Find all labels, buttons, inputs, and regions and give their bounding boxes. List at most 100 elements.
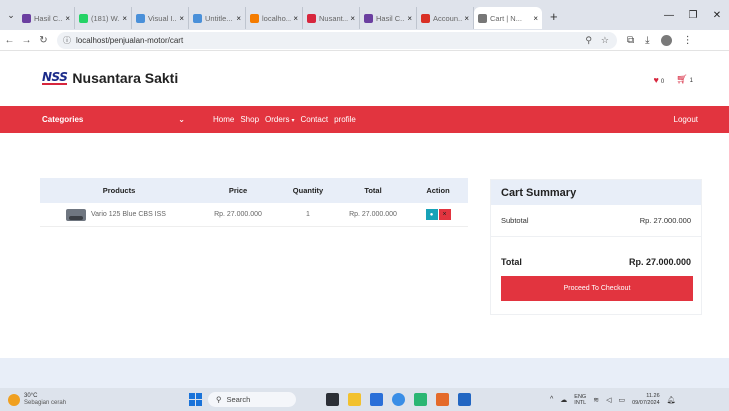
battery-icon[interactable]: ▭ [618,396,625,404]
browser-menu-icon[interactable]: ⋮ [683,35,693,46]
browser-tab[interactable]: Nusant... × [303,7,360,29]
web-page: NSS Nusantara Sakti ♥ 0 🛒︎ 1 Categories ⌄ … [0,52,729,388]
store-app-icon[interactable] [370,393,383,406]
browser-tab[interactable]: localho... × [246,7,303,29]
profile-avatar-icon[interactable] [660,34,672,46]
tab-list: Hasil C... × (181) W... × Visual I... × Untitl… [18,0,542,30]
xampp-app-icon[interactable] [436,393,449,406]
form-icon [22,13,31,23]
taskbar-search[interactable]: ⚲ Search [208,392,296,407]
tab-close-icon[interactable]: × [293,14,298,23]
tab-close-icon[interactable]: × [350,14,355,23]
network-weather-icon[interactable]: ☁ [560,396,567,404]
total-value: Rp. 27.000.000 [628,257,691,267]
form-icon [364,13,373,23]
nav-item-orders[interactable]: Orders ▾ [265,115,294,124]
tab-close-icon[interactable]: × [407,14,412,23]
clock[interactable]: 11.26 09/07/2024 [632,393,660,407]
categories-dropdown[interactable]: Categories ⌄ [42,115,185,124]
chrome-app-icon[interactable] [392,393,405,406]
browser-tab[interactable]: (181) W... × [75,7,132,29]
subtotal-label: Subtotal [501,216,529,225]
close-window-button[interactable]: ✕ [705,10,729,21]
download-icon[interactable]: ⤓ [645,35,649,46]
file-explorer-icon[interactable] [348,393,361,406]
weather-widget[interactable]: 30°C Sebagian cerah [8,393,66,407]
windows-start-icon[interactable] [189,393,202,406]
new-tab-button[interactable]: + [550,9,558,24]
tab-search-button[interactable]: ⌄ [4,0,18,30]
tab-label: Accoun... [433,13,463,23]
browser-tab[interactable]: Cart | N... × [474,7,542,29]
volume-icon[interactable]: ◁ [606,396,611,404]
cart-icon: 🛒︎ [676,74,688,84]
tab-close-icon[interactable]: × [533,14,538,23]
browser-tab[interactable]: Accoun... × [417,7,474,29]
tab-label: localho... [262,13,292,23]
terminal-app-icon[interactable] [326,393,339,406]
tab-close-icon[interactable]: × [122,14,127,23]
remove-button[interactable]: × [438,209,451,220]
tab-close-icon[interactable]: × [65,14,70,23]
total-cell: Rp. 27.000.000 [349,211,397,218]
tab-label: Hasil C... [376,13,406,23]
window-controls: — ❐ ✕ [657,0,729,30]
col-products: Products [102,186,136,195]
forward-button[interactable]: → [19,35,34,46]
col-price: Price [228,186,248,195]
address-bar: ← → ↻ ⓘ localhost/penjualan-motor/cart ⚲… [0,30,729,51]
minimize-button[interactable]: — [657,10,681,21]
system-tray: ^ ☁ ENG INTL ≋ ◁ ▭ 11.26 09/07/2024 🔔︎ [550,393,676,407]
browser-tab[interactable]: Hasil C... × [18,7,75,29]
tab-label: (181) W... [91,13,121,23]
nav-item-home[interactable]: Home [213,115,234,124]
site-logo[interactable]: NSS Nusantara Sakti [42,70,178,86]
whatsapp-app-icon[interactable] [414,393,427,406]
lang-bottom: INTL [574,399,587,406]
wifi-icon[interactable]: ≋ [593,396,599,404]
notification-bell-icon[interactable]: 🔔︎ [667,396,676,404]
nav-item-label: Contact [300,115,329,124]
cart-link[interactable]: 🛒︎ 1 [676,74,693,85]
browser-tab[interactable]: Hasil C... × [360,7,417,29]
url-field[interactable]: ⓘ localhost/penjualan-motor/cart ⚲ ☆ [57,31,617,49]
price-cell: Rp. 27.000.000 [214,211,262,218]
product-thumbnail [66,208,86,221]
table-row: Vario 125 Blue CBS ISS Rp. 27.000.000 1 … [40,203,468,227]
page-footer [0,358,729,388]
tab-close-icon[interactable]: × [179,14,184,23]
site-info-icon[interactable]: ⓘ [63,35,71,46]
bookmark-star-icon[interactable]: ☆ [601,35,609,46]
extensions-icon[interactable]: ⧉ [627,35,634,46]
weather-desc: Sebagian cerah [24,399,67,406]
browser-tab[interactable]: Visual I... × [132,7,189,29]
maximize-button[interactable]: ❐ [681,10,705,21]
weather-temp: 30°C [24,392,38,399]
subtotal-row: Subtotal Rp. 27.000.000 [491,205,701,237]
vscode-app-icon[interactable] [458,393,471,406]
back-button[interactable]: ← [2,35,17,46]
header-icons: ♥ 0 🛒︎ 1 [654,74,693,85]
logout-link[interactable]: Logout [674,115,698,124]
tray-overflow-icon[interactable]: ^ [550,396,553,403]
nav-item-shop[interactable]: Shop [240,115,259,124]
wishlist-link[interactable]: ♥ 0 [654,75,665,85]
language-indicator[interactable]: ENG INTL [574,394,586,406]
chrome-icon [193,13,202,23]
browser-tab[interactable]: Untitle... × [189,7,246,29]
tab-close-icon[interactable]: × [236,14,241,23]
nav-item-profile[interactable]: profile [334,115,356,124]
quantity-cell: 1 [306,211,310,218]
chevron-down-icon: ⌄ [178,115,185,124]
close-icon: × [442,211,447,218]
view-button[interactable]: ● [425,209,438,220]
reload-button[interactable]: ↻ [36,35,51,46]
nss-icon [307,13,316,23]
product-cell: Vario 125 Blue CBS ISS [40,208,198,221]
checkout-button[interactable]: Proceed To Checkout [501,276,693,301]
main-navbar: Categories ⌄ Home Shop Orders ▾ Contact profi… [0,106,729,133]
zoom-icon[interactable]: ⚲ [585,35,592,46]
nav-item-contact[interactable]: Contact [301,115,329,124]
product-name: Vario 125 Blue CBS ISS [91,211,166,218]
tab-close-icon[interactable]: × [464,14,469,23]
